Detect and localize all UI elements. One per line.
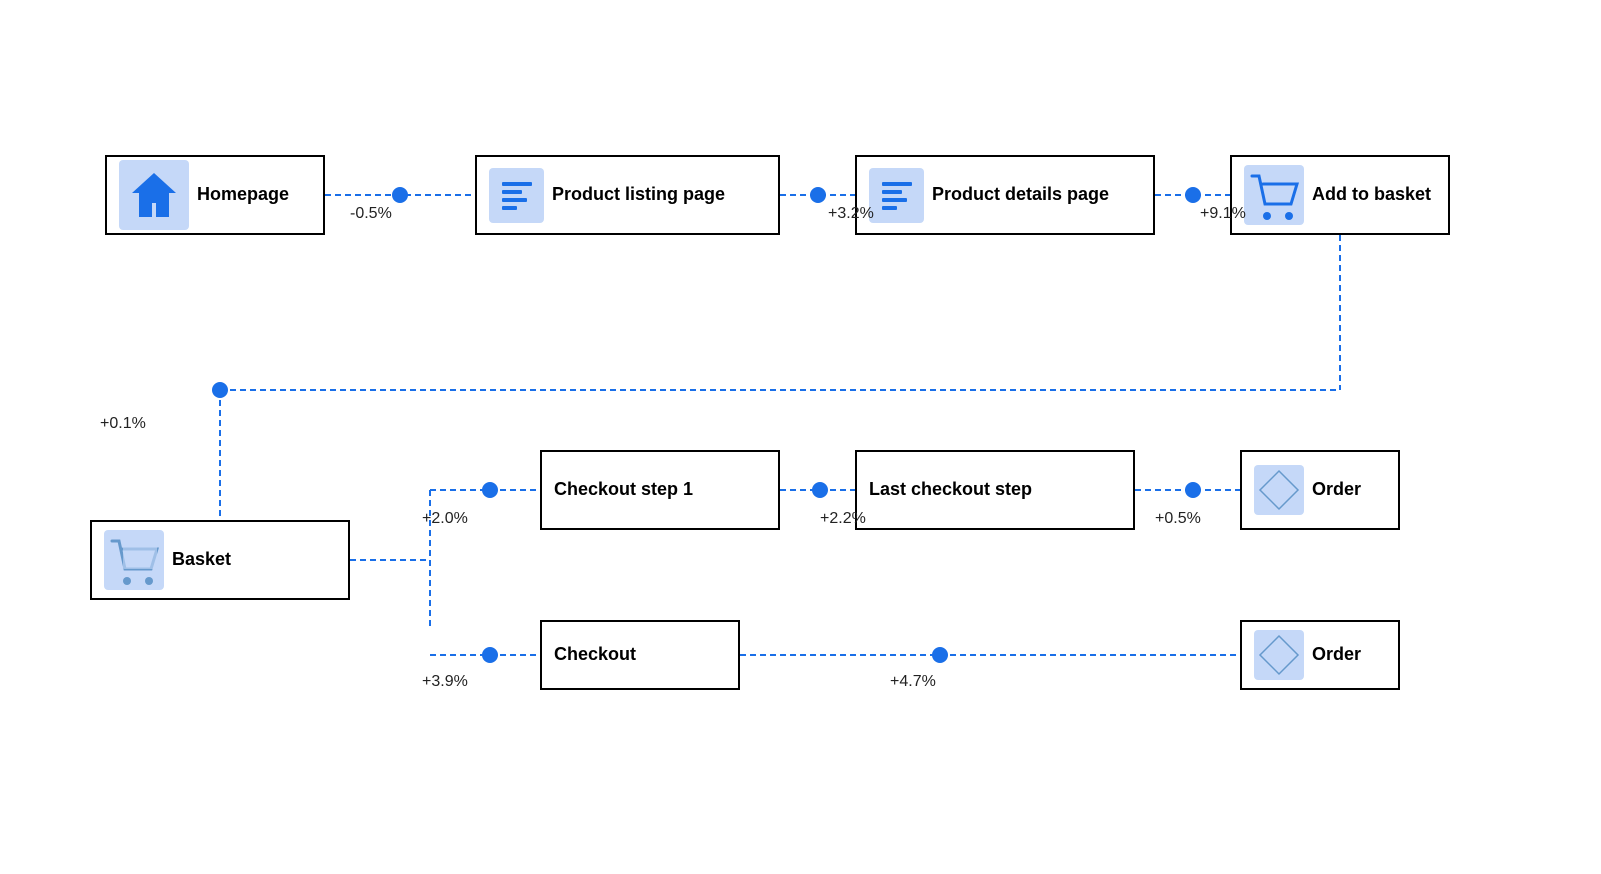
pct-basket-cs1: +2.0% (422, 510, 468, 528)
order2-node: Order (1240, 620, 1400, 690)
basket-node: Basket (90, 520, 350, 600)
product-details-node: Product details page (855, 155, 1155, 235)
checkout-label: Checkout (554, 644, 636, 666)
dot-lcs-order1 (1185, 482, 1201, 498)
diagram-container: Homepage Product listing page Prod (0, 0, 1601, 874)
order1-icon (1254, 465, 1304, 515)
checkout-node: Checkout (540, 620, 740, 690)
dot-pdp-atb (1185, 187, 1201, 203)
add-to-basket-node: Add to basket (1230, 155, 1450, 235)
homepage-node: Homepage (105, 155, 325, 235)
pct-atb-basket: +0.1% (100, 415, 146, 433)
order2-label: Order (1312, 644, 1361, 666)
homepage-label: Homepage (197, 184, 289, 206)
dot-atb-basket (212, 382, 228, 398)
product-details-label: Product details page (932, 184, 1109, 206)
order2-icon (1254, 630, 1304, 680)
connector-lines (0, 0, 1601, 874)
dot-basket-co (482, 647, 498, 663)
dot-hp-plp (392, 187, 408, 203)
list-page-icon (489, 168, 544, 223)
dot-cs1-lcs (812, 482, 828, 498)
basket-icon (104, 530, 164, 590)
add-to-basket-label: Add to basket (1312, 184, 1431, 206)
pct-basket-co: +3.9% (422, 673, 468, 691)
pct-plp-pdp: +3.2% (828, 205, 874, 223)
pct-hp-plp: -0.5% (350, 205, 392, 223)
product-listing-label: Product listing page (552, 184, 725, 206)
pct-lcs-order1: +0.5% (1155, 510, 1201, 528)
home-icon (119, 160, 189, 230)
basket-label: Basket (172, 549, 231, 571)
pct-co-order2: +4.7% (890, 673, 936, 691)
order1-label: Order (1312, 479, 1361, 501)
dot-plp-pdp (810, 187, 826, 203)
checkout-step1-node: Checkout step 1 (540, 450, 780, 530)
checkout-step1-label: Checkout step 1 (554, 479, 693, 501)
product-listing-node: Product listing page (475, 155, 780, 235)
product-details-icon (869, 168, 924, 223)
dot-co-order2 (932, 647, 948, 663)
last-checkout-node: Last checkout step (855, 450, 1135, 530)
pct-cs1-lcs: +2.2% (820, 510, 866, 528)
last-checkout-label: Last checkout step (869, 479, 1032, 501)
pct-pdp-atb: +9.1% (1200, 205, 1246, 223)
dot-basket-cs1 (482, 482, 498, 498)
order1-node: Order (1240, 450, 1400, 530)
add-to-basket-icon (1244, 165, 1304, 225)
